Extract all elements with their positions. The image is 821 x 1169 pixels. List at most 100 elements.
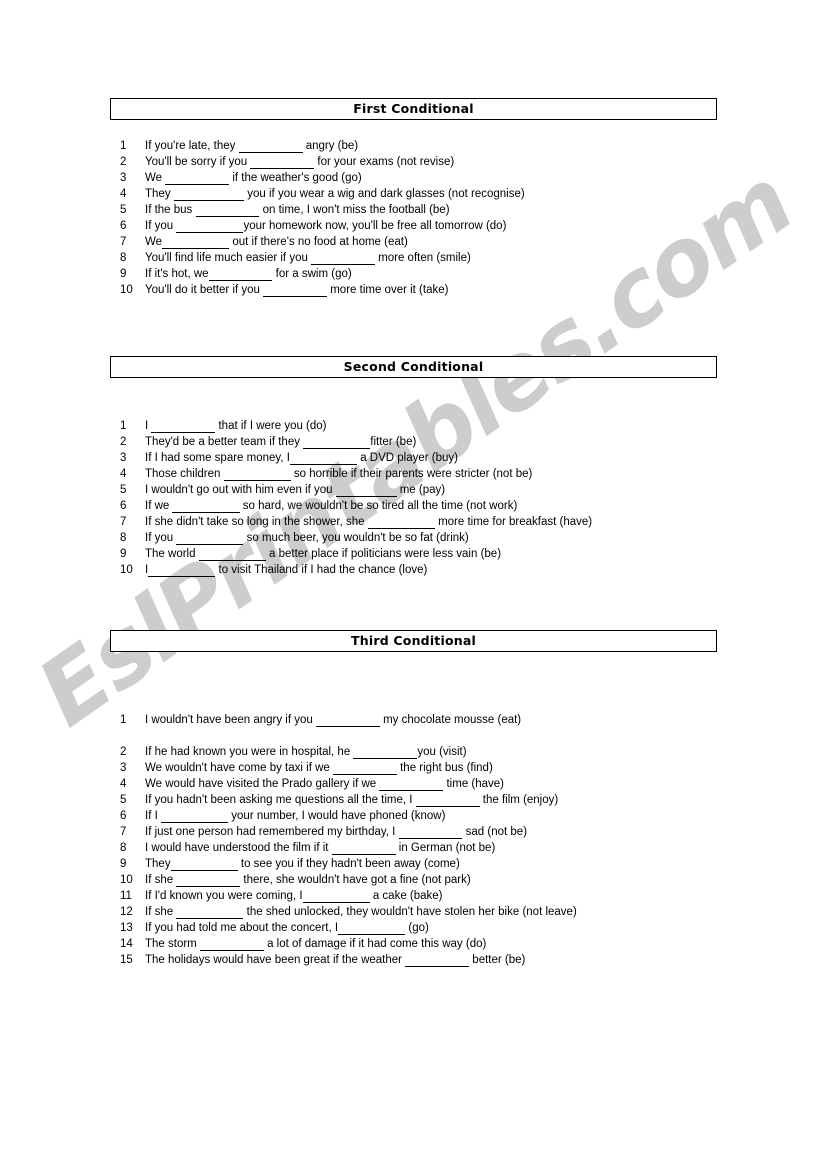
item-prefix: Those children: [145, 468, 224, 480]
exercise-item: 8 You'll find life much easier if you mor…: [110, 250, 717, 266]
answer-blank[interactable]: [170, 858, 238, 871]
item-text: If we so hard, we wouldn't be so tired a…: [136, 498, 717, 514]
answer-blank[interactable]: [165, 172, 230, 185]
item-suffix: so hard, we wouldn't be so tired all the…: [239, 500, 518, 512]
answer-blank[interactable]: [315, 714, 380, 727]
item-suffix: for a swim (go): [272, 268, 352, 280]
item-number: 1: [120, 420, 127, 432]
exercise-item: 1 If you're late, they angry (be): [110, 138, 717, 154]
item-prefix: If you: [145, 532, 177, 544]
answer-blank[interactable]: [303, 436, 371, 449]
item-number: 5: [120, 484, 127, 496]
item-suffix: more time over it (take): [327, 284, 449, 296]
item-number: 11: [120, 890, 132, 902]
answer-blank[interactable]: [367, 516, 435, 529]
exercise-item: 8 I would have understood the film if it …: [110, 840, 717, 856]
item-text: You'll be sorry if you for your exams (n…: [136, 154, 717, 170]
answer-blank[interactable]: [176, 220, 244, 233]
answer-blank[interactable]: [176, 906, 244, 919]
answer-blank[interactable]: [151, 420, 216, 433]
answer-blank[interactable]: [289, 452, 357, 465]
item-text: We wouldn't have come by taxi if we the …: [136, 760, 717, 776]
exercise-item: 7 If just one person had remembered my bi…: [110, 824, 717, 840]
item-suffix: a DVD player (buy): [357, 452, 458, 464]
answer-blank[interactable]: [405, 954, 470, 967]
item-prefix: They: [145, 188, 174, 200]
item-suffix: you if you wear a wig and dark glasses (…: [244, 188, 525, 200]
item-text: If she didn't take so long in the shower…: [136, 514, 717, 530]
answer-blank[interactable]: [338, 922, 406, 935]
item-prefix: If you: [145, 220, 177, 232]
answer-blank[interactable]: [302, 890, 370, 903]
answer-blank[interactable]: [398, 826, 463, 839]
answer-blank[interactable]: [353, 746, 418, 759]
item-suffix: more often (smile): [374, 252, 471, 264]
answer-blank[interactable]: [415, 794, 480, 807]
item-prefix: I wouldn't go out with him even if you: [145, 484, 336, 496]
item-suffix: in German (not be): [395, 842, 496, 854]
answer-blank[interactable]: [162, 236, 230, 249]
answer-blank[interactable]: [223, 468, 291, 481]
item-text: If you had told me about the concert, I …: [136, 920, 717, 936]
answer-blank[interactable]: [238, 140, 303, 153]
answer-blank[interactable]: [333, 762, 397, 775]
section-title-box-second: Second Conditional: [110, 356, 717, 378]
exercise-item: 10 I to visit Thailand if I had the chanc…: [110, 562, 717, 578]
answer-blank[interactable]: [160, 810, 229, 823]
answer-blank[interactable]: [172, 500, 240, 513]
item-text: You'll find life much easier if you more…: [136, 250, 717, 266]
answer-blank[interactable]: [198, 548, 266, 561]
item-suffix: you (visit): [417, 746, 467, 758]
item-suffix: a cake (bake): [369, 890, 443, 902]
answer-blank[interactable]: [176, 532, 244, 545]
answer-blank[interactable]: [176, 874, 241, 887]
item-suffix: on time, I won't miss the football (be): [259, 204, 450, 216]
section-second-conditional: Second Conditional 1 I that if I were you…: [110, 356, 717, 578]
item-number: 15: [120, 954, 133, 966]
item-suffix: better (be): [469, 954, 526, 966]
answer-blank[interactable]: [250, 156, 315, 169]
item-text: If you so much beer, you wouldn't be so …: [136, 530, 717, 546]
item-prefix: I wouldn't have been angry if you: [145, 714, 316, 726]
item-prefix: If I: [145, 810, 161, 822]
exercise-item: 13 If you had told me about the concert, …: [110, 920, 717, 936]
item-number: 8: [120, 842, 127, 854]
item-suffix: sad (not be): [462, 826, 528, 838]
item-prefix: We wouldn't have come by taxi if we: [145, 762, 333, 774]
item-number: 8: [120, 532, 127, 544]
answer-blank[interactable]: [173, 188, 245, 201]
item-number: 4: [120, 468, 127, 480]
exercise-item: 3 We wouldn't have come by taxi if we the…: [110, 760, 717, 776]
item-number: 5: [120, 794, 127, 806]
item-text: If it's hot, we for a swim (go): [136, 266, 717, 282]
answer-blank[interactable]: [148, 564, 216, 577]
item-suffix: to see you if they hadn't been away (com…: [237, 858, 460, 870]
item-suffix: my chocolate mousse (eat): [379, 714, 522, 726]
item-number: 10: [120, 874, 133, 886]
exercise-item: 5 I wouldn't go out with him even if you …: [110, 482, 717, 498]
item-suffix: a better place if politicians were less …: [265, 548, 502, 560]
item-suffix: the film (enjoy): [479, 794, 559, 806]
answer-blank[interactable]: [311, 252, 375, 265]
item-number: 2: [120, 746, 127, 758]
answer-blank[interactable]: [263, 284, 328, 297]
item-number: 5: [120, 204, 127, 216]
item-number: 6: [120, 220, 127, 232]
worksheet-page: EslPrintables.com First Conditional 1 If …: [0, 0, 821, 1169]
item-prefix: If you had told me about the concert, I: [145, 922, 339, 934]
answer-blank[interactable]: [208, 268, 273, 281]
item-number: 7: [120, 516, 127, 528]
item-prefix: If you're late, they: [145, 140, 239, 152]
item-text: We would have visited the Prado gallery …: [136, 776, 717, 792]
section-title-second: Second Conditional: [343, 358, 484, 374]
answer-blank[interactable]: [199, 938, 264, 951]
answer-blank[interactable]: [379, 778, 444, 791]
exercise-item: 1 I wouldn't have been angry if you my ch…: [110, 712, 717, 728]
answer-blank[interactable]: [335, 484, 397, 497]
exercise-item: 14 The storm a lot of damage if it had co…: [110, 936, 717, 952]
answer-blank[interactable]: [331, 842, 396, 855]
section-title-third: Third Conditional: [351, 632, 476, 648]
item-number: 6: [120, 810, 127, 822]
item-prefix: The storm: [145, 938, 200, 950]
answer-blank[interactable]: [195, 204, 260, 217]
